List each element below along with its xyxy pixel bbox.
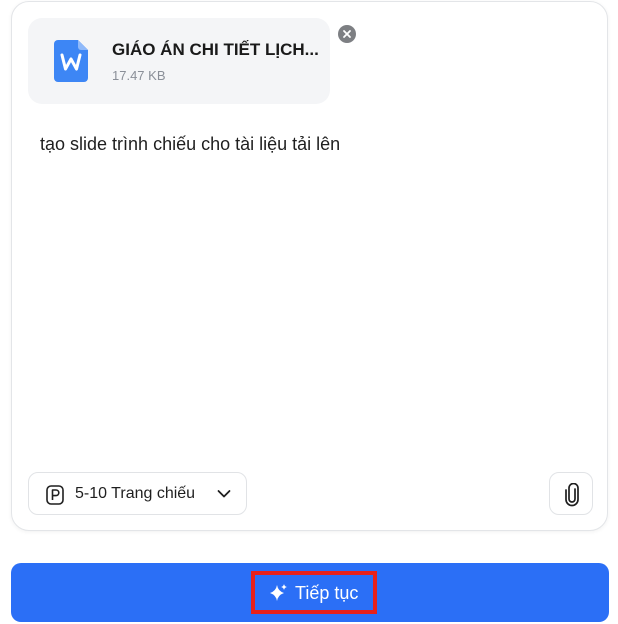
continue-label: Tiếp tục	[295, 583, 359, 603]
attachment-file-name: GIÁO ÁN CHI TIẾT LỊCH...	[112, 40, 319, 59]
remove-attachment-button[interactable]	[338, 25, 356, 43]
slide-count-dropdown[interactable]: 5-10 Trang chiếu	[28, 472, 247, 515]
slide-count-icon	[46, 485, 64, 505]
highlight-box: Tiếp tục	[251, 571, 377, 614]
chevron-down-icon	[217, 490, 231, 498]
attachment-file-size: 17.47 KB	[112, 68, 166, 83]
prompt-input[interactable]: tạo slide trình chiếu cho tài liệu tải l…	[40, 134, 340, 155]
sparkle-icon	[270, 584, 287, 601]
paperclip-icon	[565, 483, 579, 507]
prompt-card: GIÁO ÁN CHI TIẾT LỊCH... 17.47 KB tạo sl…	[11, 1, 608, 531]
close-icon	[343, 30, 351, 38]
slide-count-label: 5-10 Trang chiếu	[75, 485, 196, 502]
attachment-chip[interactable]: GIÁO ÁN CHI TIẾT LỊCH... 17.47 KB	[28, 18, 356, 104]
attach-file-button[interactable]	[549, 472, 593, 515]
word-document-icon	[54, 40, 88, 82]
continue-button[interactable]: Tiếp tục	[11, 563, 609, 622]
